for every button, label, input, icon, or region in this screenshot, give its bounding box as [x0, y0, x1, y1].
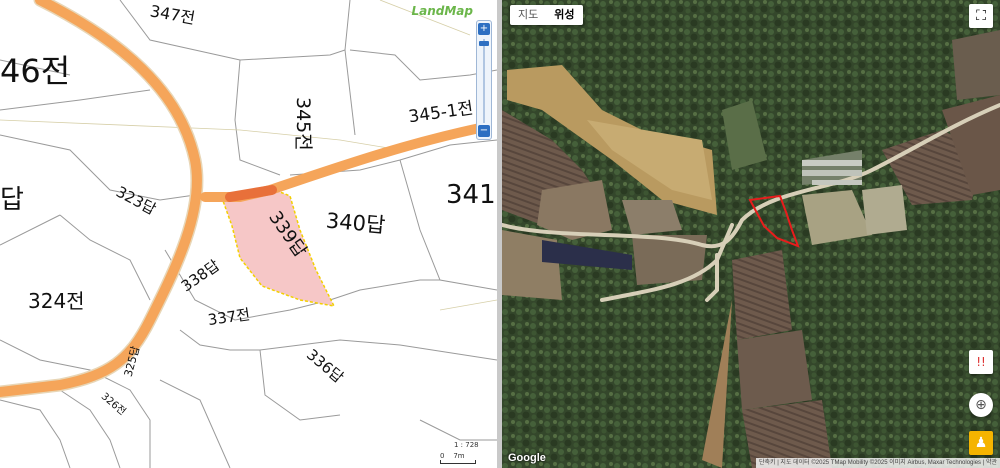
parcel-label-46: 46전 — [0, 52, 70, 90]
parcel-label-347: 347전 — [149, 1, 197, 28]
satellite-imagery[interactable] — [502, 0, 1000, 468]
zoom-slider-thumb[interactable] — [479, 41, 489, 46]
parcel-label-336: 336답 — [303, 345, 347, 386]
zoom-out-icon[interactable]: − — [478, 125, 490, 137]
location-icon[interactable]: ⊕ — [969, 393, 993, 417]
map-type-toggle[interactable]: 지도 위성 — [510, 5, 583, 25]
alert-icon[interactable]: !! — [969, 350, 993, 374]
scale-ratio: 1 : 728 — [454, 441, 479, 449]
parcel-label-340: 340답 — [325, 209, 386, 238]
scale-bar — [440, 460, 476, 464]
highlighted-parcel-339[interactable] — [220, 189, 336, 307]
parcel-label-341: 341 — [446, 180, 496, 210]
cadastral-map-canvas[interactable]: 347전 46전 345전 345-1전 341 답 323답 339답 340… — [0, 0, 497, 468]
parcel-label-345-1: 345-1전 — [407, 98, 474, 127]
street-view-pegman-icon[interactable]: ♟ — [969, 431, 993, 455]
parcel-label-324: 324전 — [28, 289, 85, 313]
fullscreen-icon[interactable]: ⛶ — [969, 4, 993, 28]
zoom-in-icon[interactable]: + — [478, 23, 490, 35]
map-attribution[interactable]: 단축키 | 지도 데이터 ©2025 TMap Mobility ©2025 이… — [755, 458, 1000, 468]
parcel-label-323: 323답 — [113, 183, 159, 219]
cadastral-map-panel[interactable]: 347전 46전 345전 345-1전 341 답 323답 339답 340… — [0, 0, 497, 468]
parcel-label-345: 345전 — [292, 97, 314, 151]
parcel-label-dap: 답 — [0, 185, 24, 215]
landmap-logo: LandMap — [411, 4, 473, 18]
tab-satellite[interactable]: 위성 — [546, 5, 582, 25]
zoom-track[interactable] — [483, 39, 485, 123]
zoom-control[interactable]: + − — [476, 20, 492, 140]
tab-map[interactable]: 지도 — [510, 5, 546, 25]
scale-indicator: 1 : 728 0 7m — [440, 441, 480, 464]
road-network — [0, 0, 485, 399]
parcel-label-326: 326전 — [99, 390, 128, 417]
scale-bar-label: 0 7m — [440, 452, 465, 460]
parcel-label-338: 338답 — [178, 256, 223, 295]
google-logo: Google — [508, 452, 546, 464]
satellite-map-panel[interactable]: 지도 위성 ⛶ !! ⊕ ♟ Google 단축키 | 지도 데이터 ©2025… — [502, 0, 1000, 468]
